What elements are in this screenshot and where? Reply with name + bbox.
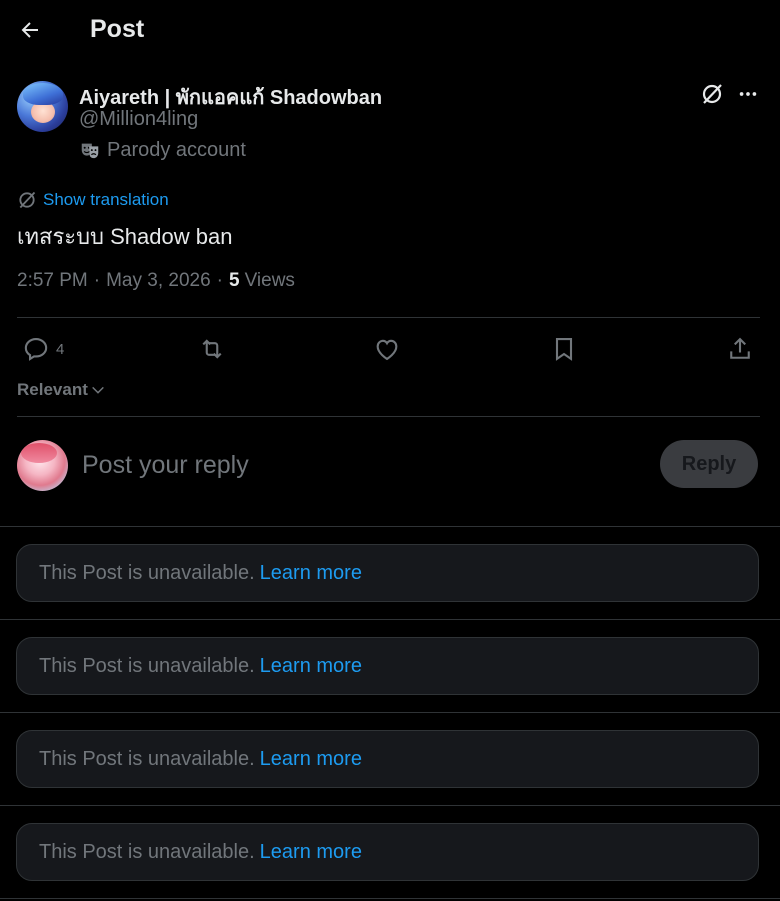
unavailable-text: This Post is unavailable.	[39, 654, 255, 677]
user-avatar[interactable]	[17, 440, 68, 491]
learn-more-link[interactable]: Learn more	[260, 562, 362, 585]
reply-action[interactable]: 4	[22, 334, 64, 364]
divider	[0, 805, 780, 806]
unavailable-post: This Post is unavailable. Learn more	[16, 637, 759, 695]
reply-count: 4	[56, 340, 65, 358]
author-avatar[interactable]	[17, 81, 68, 132]
unavailable-post: This Post is unavailable. Learn more	[16, 730, 759, 788]
share-icon	[730, 337, 750, 359]
reply-input[interactable]	[82, 448, 642, 482]
post-date[interactable]: May 3, 2026	[106, 270, 211, 292]
bookmark-action[interactable]	[550, 334, 578, 364]
chevron-down-icon	[92, 386, 104, 394]
parody-label: Parody account	[107, 139, 246, 161]
divider	[17, 416, 760, 417]
post-time[interactable]: 2:57 PM	[17, 270, 88, 292]
unavailable-post: This Post is unavailable. Learn more	[16, 544, 759, 602]
learn-more-link[interactable]: Learn more	[260, 841, 362, 864]
divider	[0, 712, 780, 713]
views-count: 5	[229, 270, 240, 291]
reply-button[interactable]: Reply	[660, 440, 758, 488]
sort-dropdown[interactable]: Relevant	[17, 380, 106, 400]
post-meta: 2:57 PM · May 3, 2026 · 5 Views	[17, 270, 295, 292]
page-title: Post	[90, 15, 145, 43]
author-handle[interactable]: @Million4ling	[79, 108, 198, 131]
share-action[interactable]	[726, 334, 754, 364]
grok-icon	[702, 84, 722, 104]
unavailable-text: This Post is unavailable.	[39, 747, 255, 770]
more-options-button[interactable]	[734, 80, 762, 108]
divider	[0, 619, 780, 620]
post-text: เทสระบบ Shadow ban	[17, 224, 233, 249]
more-icon	[739, 92, 757, 96]
sort-label: Relevant	[17, 380, 88, 399]
comment-icon	[24, 338, 48, 361]
like-action[interactable]	[373, 334, 401, 364]
unavailable-text: This Post is unavailable.	[39, 840, 255, 863]
learn-more-link[interactable]: Learn more	[260, 655, 362, 678]
grok-button[interactable]	[698, 80, 726, 108]
bookmark-icon	[555, 338, 573, 361]
repost-icon	[202, 339, 222, 359]
show-translation-label: Show translation	[43, 190, 169, 209]
divider	[17, 317, 760, 318]
divider	[0, 526, 780, 527]
parody-badge: Parody account	[79, 139, 246, 162]
unavailable-post: This Post is unavailable. Learn more	[16, 823, 759, 881]
separator: ·	[216, 270, 223, 291]
show-translation-link[interactable]: Show translation	[17, 190, 169, 210]
separator: ·	[93, 270, 101, 291]
back-button[interactable]	[14, 14, 46, 46]
learn-more-link[interactable]: Learn more	[260, 748, 362, 771]
theater-masks-icon	[79, 140, 101, 162]
reply-button-label: Reply	[681, 452, 737, 475]
unavailable-text: This Post is unavailable.	[39, 561, 255, 584]
grok-icon	[19, 191, 36, 209]
heart-icon	[376, 339, 398, 361]
arrow-left-icon	[21, 22, 38, 38]
top-bar: Post	[0, 0, 780, 60]
divider	[0, 898, 780, 899]
views-label: Views	[244, 270, 295, 291]
repost-action[interactable]	[197, 334, 227, 364]
